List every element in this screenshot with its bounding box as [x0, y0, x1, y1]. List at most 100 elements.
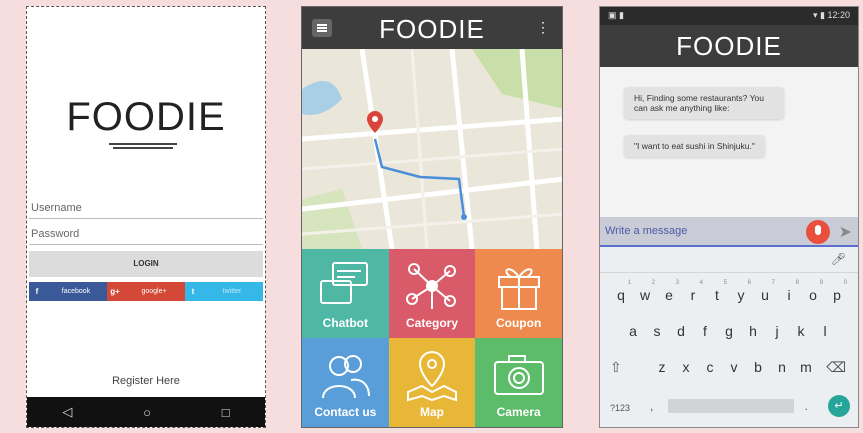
symbols-key[interactable]: ?123 [610, 403, 630, 413]
key-hint: 8 [795, 280, 799, 286]
home-icon[interactable]: ○ [143, 405, 151, 420]
key-y[interactable]: 6y [729, 280, 753, 303]
facebook-icon: f [35, 287, 39, 296]
key-hint: 6 [747, 280, 751, 286]
status-time: 12:20 [827, 10, 850, 20]
gift-icon [497, 268, 540, 310]
google-plus-label: google+ [141, 288, 167, 295]
key-m[interactable]: m [794, 359, 818, 375]
key-char: r [690, 287, 696, 303]
voice-input-icon[interactable]: 🎤︎ [831, 252, 846, 266]
key-f[interactable]: f [693, 323, 717, 339]
login-button[interactable]: LOGIN [29, 251, 263, 277]
key-i[interactable]: 8i [777, 280, 801, 303]
chat-phone: ▣ ▮ ▾ ▮ 12:20 FOODIE Hi, Finding some re… [599, 6, 859, 428]
key-o[interactable]: 9o [801, 280, 825, 303]
space-key[interactable] [668, 399, 794, 413]
shift-icon[interactable]: ⇧ [610, 359, 622, 376]
key-n[interactable]: n [770, 359, 794, 375]
key-hint: 7 [771, 280, 775, 286]
map-graphic [302, 49, 562, 249]
key-a[interactable]: a [621, 323, 645, 339]
key-e[interactable]: 3e [657, 280, 681, 303]
tile-chatbot[interactable]: Chatbot [302, 249, 389, 338]
key-w[interactable]: 2w [633, 280, 657, 303]
tile-contact-us[interactable]: Contact us [302, 338, 389, 427]
tile-coupon[interactable]: Coupon [475, 249, 562, 338]
feature-grid: Chatbot Category Coupon Contact us Map C… [302, 249, 562, 427]
google-plus-icon: g+ [110, 287, 120, 296]
tile-map[interactable]: Map [388, 338, 476, 427]
android-nav-bar: ◁ ○ □ [27, 397, 265, 427]
key-row-3: zxcvbnm [600, 359, 858, 375]
key-char: e [665, 287, 673, 303]
key-hint: 4 [699, 280, 703, 286]
recents-icon[interactable]: □ [222, 405, 230, 420]
key-v[interactable]: v [722, 359, 746, 375]
notification-icons: ▣ ▮ [608, 10, 624, 20]
key-t[interactable]: 5t [705, 280, 729, 303]
tile-label: Contact us [314, 405, 377, 419]
tile-label: Category [405, 316, 458, 330]
key-j[interactable]: j [765, 323, 789, 339]
backspace-icon[interactable]: ⌫ [826, 359, 846, 376]
logo-underline [113, 147, 173, 149]
tile-label: Coupon [495, 316, 542, 330]
send-icon[interactable]: ➤ [839, 222, 852, 242]
facebook-button[interactable]: f facebook [29, 282, 107, 301]
more-icon[interactable]: ⋮ [536, 19, 550, 36]
google-plus-button[interactable]: g+ google+ [107, 282, 185, 301]
key-p[interactable]: 0p [825, 280, 849, 303]
key-l[interactable]: l [813, 323, 837, 339]
route-map[interactable] [302, 49, 562, 249]
key-hint: 5 [723, 280, 727, 286]
bot-message: Hi, Finding some restaurants? You can as… [624, 87, 784, 119]
key-char: q [617, 287, 625, 303]
key-c[interactable]: c [698, 359, 722, 375]
tile-camera[interactable]: Camera [475, 338, 562, 427]
bot-message: "I want to eat sushi in Shinjuku." [624, 135, 765, 157]
key-hint: 0 [843, 280, 847, 286]
key-s[interactable]: s [645, 323, 669, 339]
key-b[interactable]: b [746, 359, 770, 375]
back-icon[interactable]: ◁ [62, 404, 72, 420]
comma-key[interactable]: , [650, 399, 653, 413]
key-x[interactable]: x [674, 359, 698, 375]
people-icon [322, 355, 371, 399]
map-pin-icon [406, 350, 457, 402]
register-link[interactable]: Register Here [27, 375, 265, 387]
social-login-row: f facebook g+ google+ t twitter [29, 282, 263, 301]
key-q[interactable]: 1q [609, 280, 633, 303]
key-h[interactable]: h [741, 323, 765, 339]
key-hint: 9 [819, 280, 823, 286]
key-r[interactable]: 4r [681, 280, 705, 303]
period-key[interactable]: . [805, 399, 808, 413]
key-z[interactable]: z [650, 359, 674, 375]
key-row-1: 1q2w3e4r5t6y7u8i9o0p [600, 280, 858, 303]
twitter-icon: t [191, 287, 195, 296]
key-g[interactable]: g [717, 323, 741, 339]
username-field[interactable]: Username [29, 197, 263, 219]
key-row-2: asdfghjkl [600, 323, 858, 339]
key-char: u [761, 287, 769, 303]
key-k[interactable]: k [789, 323, 813, 339]
tile-category[interactable]: Category [388, 249, 476, 338]
key-d[interactable]: d [669, 323, 693, 339]
key-u[interactable]: 7u [753, 280, 777, 303]
mic-icon[interactable] [806, 220, 830, 244]
app-title: FOODIE [379, 14, 485, 44]
camera-icon [493, 355, 544, 395]
enter-key[interactable]: ↵ [828, 395, 850, 417]
network-icon [405, 263, 456, 309]
key-char: o [809, 287, 817, 303]
key-char: p [833, 287, 841, 303]
twitter-button[interactable]: t twitter [185, 282, 263, 301]
key-char: w [639, 287, 651, 303]
message-input[interactable]: Write a message [605, 225, 687, 237]
password-field[interactable]: Password [29, 223, 263, 245]
key-char: t [715, 287, 719, 303]
facebook-label: facebook [61, 288, 91, 295]
tile-label: Camera [496, 405, 541, 419]
chat-windows-icon [320, 262, 369, 304]
home-phone: FOODIE ⋮ Chatbot Category Coupon Contact… [301, 6, 563, 428]
